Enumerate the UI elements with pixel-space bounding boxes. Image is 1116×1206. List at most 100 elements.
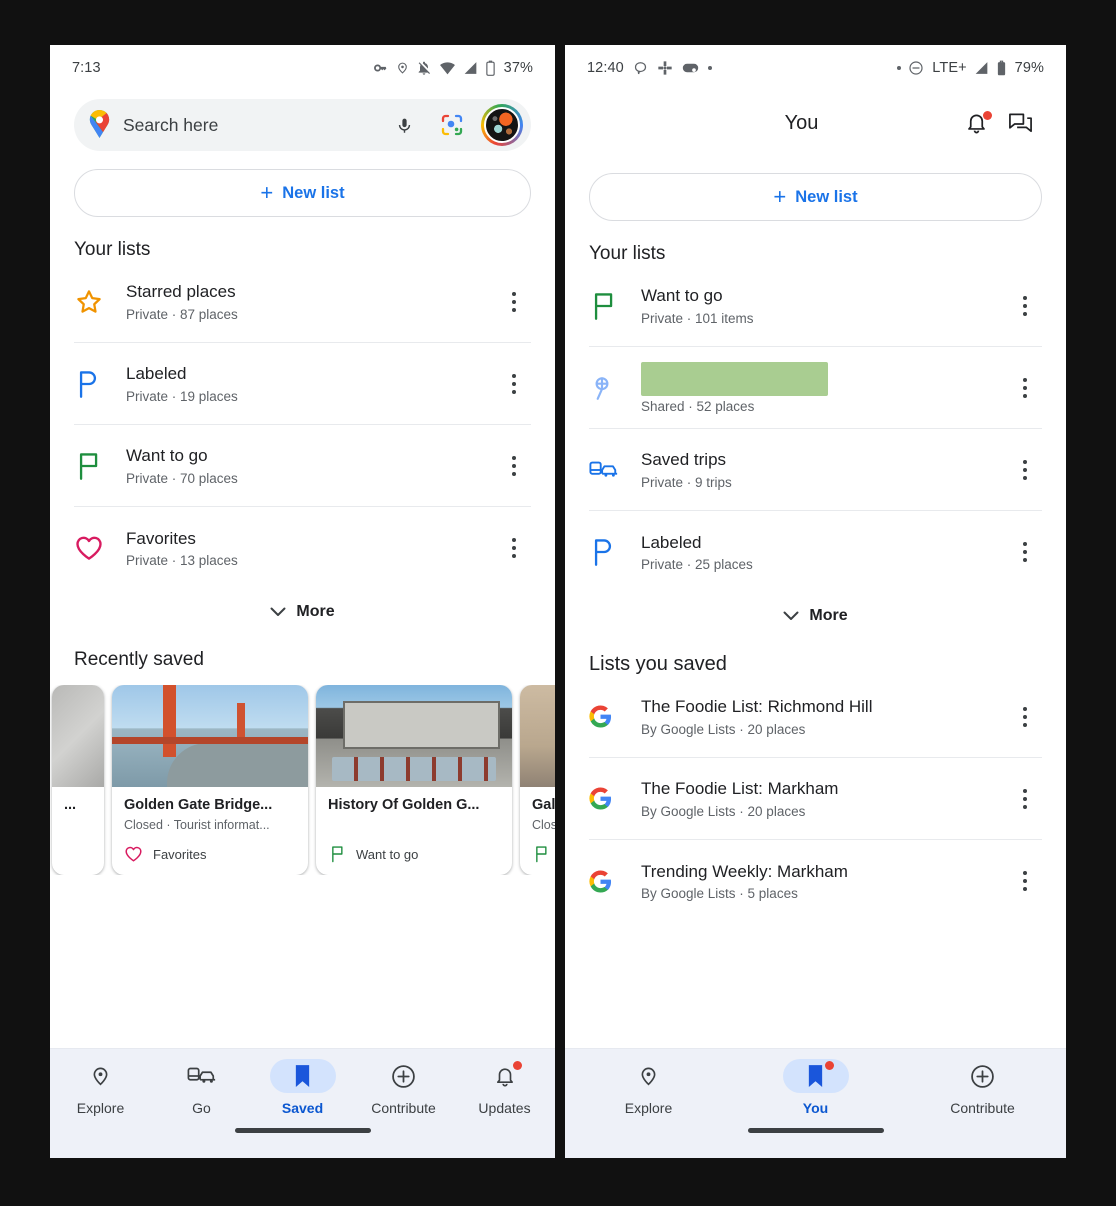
flag-icon (74, 451, 126, 481)
recently-saved-carousel[interactable]: ... Golden Gate Bridge... Closed · Touri… (50, 685, 555, 875)
search-input-placeholder[interactable]: Search here (123, 115, 375, 136)
overflow-menu-icon[interactable] (1008, 377, 1042, 398)
dot-icon (897, 66, 902, 70)
avatar[interactable] (481, 104, 523, 146)
chevron-down-icon (783, 611, 799, 620)
your-lists-rows: Starred places Private · 87 places Label… (50, 261, 555, 589)
nav-item-contribute[interactable]: Contribute (358, 1059, 450, 1116)
plus-circle-icon (371, 1059, 437, 1093)
search-bar[interactable]: Search here (74, 99, 531, 151)
card-title: Gale (532, 797, 555, 813)
recently-saved-card[interactable]: Gale Clos (520, 685, 555, 875)
shared-pin-icon (589, 374, 641, 402)
overflow-menu-icon[interactable] (1008, 295, 1042, 316)
redacted-list-title (641, 361, 828, 396)
notifications-bell-icon[interactable] (954, 110, 998, 136)
microphone-icon[interactable] (385, 106, 423, 144)
bottom-navigation-bar: Explore You Contribute (565, 1048, 1066, 1158)
overflow-menu-icon[interactable] (1008, 871, 1042, 891)
list-subtitle: By Google Lists · 5 places (641, 886, 798, 902)
new-list-button[interactable]: + New list (74, 169, 531, 217)
recently-saved-card[interactable]: History Of Golden G... Want to go (316, 685, 512, 875)
chevron-down-icon (270, 607, 286, 616)
list-subtitle: Private · 25 places (641, 557, 753, 573)
nav-item-you[interactable]: You (770, 1059, 862, 1116)
new-list-label: New list (282, 183, 345, 202)
search-bar-container: Search here (50, 91, 555, 151)
list-title: Favorites (126, 528, 196, 548)
nav-item-explore[interactable]: Explore (603, 1059, 695, 1116)
heart-icon (125, 846, 142, 862)
overflow-menu-icon[interactable] (1008, 788, 1042, 809)
nav-item-explore[interactable]: Explore (55, 1059, 147, 1116)
flag-icon (536, 846, 547, 863)
list-item[interactable]: Want to go Private · 101 items (589, 265, 1042, 347)
location-pin-icon (396, 60, 409, 76)
battery-icon (485, 60, 496, 76)
list-subtitle: Private · 13 places (126, 553, 238, 569)
more-label: More (296, 603, 335, 620)
nav-label: Explore (76, 1100, 125, 1116)
nav-item-contribute[interactable]: Contribute (937, 1059, 1029, 1116)
plus-icon: + (260, 180, 274, 205)
card-tag-label: Favorites (153, 846, 207, 862)
bell-icon (472, 1059, 538, 1093)
card-title: ... (64, 797, 77, 813)
your-lists-rows: Want to go Private · 101 items Shared · … (565, 265, 1066, 593)
new-list-button[interactable]: + New list (589, 173, 1042, 221)
golden-gate-bridge-photo (112, 685, 308, 787)
list-subtitle: Private · 101 items (641, 310, 754, 326)
list-item[interactable]: Starred places Private · 87 places (74, 261, 531, 343)
cell-signal-icon (974, 61, 989, 75)
list-item[interactable]: Trending Weekly: Markham By Google Lists… (589, 840, 1042, 922)
list-item[interactable]: Labeled Private · 25 places (589, 511, 1042, 593)
list-item[interactable]: The Foodie List: Markham By Google Lists… (589, 758, 1042, 840)
recently-saved-card[interactable]: Golden Gate Bridge... Closed · Tourist i… (112, 685, 308, 875)
overflow-menu-icon[interactable] (1008, 706, 1042, 727)
list-subtitle: Private · 9 trips (641, 474, 732, 490)
recently-saved-card[interactable]: ... (52, 685, 104, 875)
label-flag-icon (589, 537, 641, 567)
overflow-menu-icon[interactable] (497, 538, 531, 558)
list-item[interactable]: Want to go Private · 70 places (74, 425, 531, 507)
nav-label: Contribute (371, 1100, 436, 1116)
more-button[interactable]: More (50, 589, 555, 631)
overflow-menu-icon[interactable] (497, 455, 531, 476)
more-button[interactable]: More (565, 593, 1066, 635)
card-title: Golden Gate Bridge... (124, 797, 273, 813)
card-tag: Favorites (124, 845, 296, 863)
list-item[interactable]: Saved trips Private · 9 trips (589, 429, 1042, 511)
status-time: 7:13 (72, 60, 101, 76)
list-item[interactable]: Favorites Private · 13 places (74, 507, 531, 589)
google-lens-icon[interactable] (433, 106, 471, 144)
list-title: Starred places (126, 282, 236, 302)
overflow-menu-icon[interactable] (497, 291, 531, 312)
left-phone-screen: 7:13 37% Search here + New list Your lis… (50, 45, 555, 1158)
your-lists-heading: Your lists (74, 239, 151, 260)
history-sign-photo (316, 685, 512, 787)
google-g-icon (589, 705, 641, 728)
overflow-menu-icon[interactable] (1008, 459, 1042, 480)
flag-icon (589, 291, 641, 321)
nav-label: Explore (624, 1100, 673, 1116)
nav-item-go[interactable]: Go (156, 1059, 248, 1116)
list-subtitle: Private · 87 places (126, 306, 238, 322)
status-bar: 12:40 LTE+ 79% (565, 45, 1066, 91)
list-item[interactable]: The Foodie List: Richmond Hill By Google… (589, 676, 1042, 758)
battery-percentage: 79% (1014, 60, 1044, 76)
overflow-menu-icon[interactable] (1008, 542, 1042, 562)
nav-item-saved[interactable]: Saved (257, 1059, 349, 1116)
overflow-menu-icon[interactable] (497, 373, 531, 394)
list-item[interactable]: Shared · 52 places (589, 347, 1042, 429)
list-subtitle: Private · 70 places (126, 470, 238, 486)
list-item[interactable]: Labeled Private · 19 places (74, 343, 531, 425)
chat-bubble-icon (633, 60, 648, 76)
game-controller-icon (682, 61, 699, 75)
nav-item-updates[interactable]: Updates (459, 1059, 551, 1116)
heart-icon (74, 534, 126, 562)
nav-label: Updates (478, 1100, 531, 1116)
lists-you-saved-rows: The Foodie List: Richmond Hill By Google… (565, 676, 1066, 922)
messages-icon[interactable] (998, 111, 1042, 135)
list-subtitle: Shared · 52 places (641, 398, 755, 414)
avatar-image (484, 107, 520, 143)
